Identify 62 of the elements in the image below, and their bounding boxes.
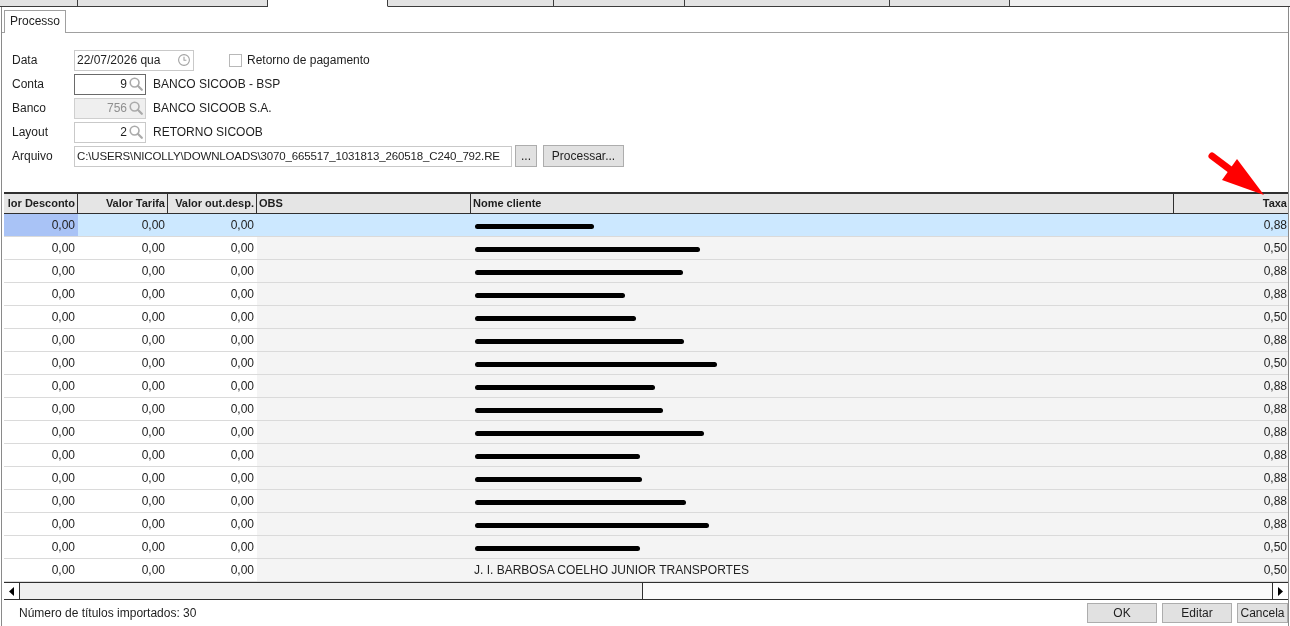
table-cell: 0,88 <box>1174 329 1288 351</box>
annotation-arrow <box>1205 150 1265 196</box>
date-field[interactable]: 22/07/2026 qua <box>74 49 194 71</box>
table-cell: 0,88 <box>1174 375 1288 397</box>
column-header[interactable]: Nome cliente <box>471 194 1174 213</box>
table-cell: 0,88 <box>1174 513 1288 535</box>
field-label: Conta <box>12 77 46 91</box>
tab[interactable] <box>685 0 890 7</box>
right-triangle-icon <box>1278 586 1283 596</box>
checkbox-label: Retorno de pagamento <box>247 53 370 67</box>
table-cell-text: 0,00 <box>229 217 255 234</box>
table-cell: J. I. BARBOSA COELHO JUNIOR TRANSPORTES <box>471 559 1174 581</box>
table-cell: 0,88 <box>1174 260 1288 282</box>
horizontal-scrollbar[interactable] <box>4 582 1288 599</box>
lookup-description: RETORNO SICOOB <box>153 125 263 139</box>
edit-button[interactable]: Editar <box>1162 603 1232 623</box>
scroll-right-button[interactable] <box>1272 583 1288 599</box>
table-cell: 0,88 <box>1174 467 1288 489</box>
field-label: Data <box>12 53 39 67</box>
tab[interactable]: Processo <box>4 10 67 33</box>
table-cell: 0,88 <box>1174 421 1288 443</box>
tab[interactable] <box>388 0 554 7</box>
column-header[interactable]: Valor out.desp. <box>168 194 257 213</box>
table-cell: 0,88 <box>1174 490 1288 512</box>
table-cell: 0,00 <box>4 214 78 236</box>
ok-button[interactable]: OK <box>1087 603 1157 623</box>
column-header[interactable]: Taxa <box>1174 194 1288 213</box>
field-label: Arquivo <box>12 149 54 163</box>
lookup-description: BANCO SICOOB S.A. <box>153 101 272 115</box>
file-path-field[interactable]: C:\USERS\NICOLLY\DOWNLOADS\3070_665517_1031813_260518_C240_792.RE <box>74 145 512 167</box>
table-cell-text: 0,00 <box>140 217 166 234</box>
checkbox[interactable] <box>229 53 242 67</box>
table-cell: 0,50 <box>1174 237 1288 259</box>
column-header[interactable]: Valor Tarifa <box>78 194 168 213</box>
scroll-left-button[interactable] <box>4 583 20 599</box>
table-cell: 0,50 <box>1174 536 1288 558</box>
tab[interactable] <box>554 0 685 7</box>
table-cell: 0,50 <box>1174 306 1288 328</box>
lookup-field[interactable]: 2 <box>74 121 146 143</box>
field-label: Banco <box>12 101 48 115</box>
field-label: Layout <box>12 125 50 139</box>
status-text: Número de títulos importados: 30 <box>19 606 198 620</box>
column-header[interactable]: lor Desconto <box>4 194 78 213</box>
tab[interactable] <box>0 0 78 7</box>
table-row[interactable]: 0,00 0,00 0,00 0,88 <box>4 214 1288 237</box>
table-row[interactable]: 0,00 0,00 0,00 J. I. BARBOSA COELHO JUNIOR TRANSPORTES 0,50 <box>4 559 1288 582</box>
process-button[interactable]: Processar... <box>543 145 624 167</box>
table-cell-text: 0,88 <box>1262 217 1288 234</box>
lookup-field[interactable]: 9 <box>74 73 146 95</box>
tab[interactable] <box>78 0 268 7</box>
table-cell: 0,50 <box>1174 559 1288 581</box>
column-header[interactable]: OBS <box>257 194 471 213</box>
left-triangle-icon <box>9 586 14 596</box>
table-cell: 0,88 <box>1174 283 1288 305</box>
table-cell: 0,50 <box>1174 352 1288 374</box>
tab[interactable] <box>890 0 1010 7</box>
table-cell: 0,88 <box>1174 444 1288 466</box>
browse-button[interactable]: ... <box>515 145 537 167</box>
scrollbar-thumb[interactable] <box>642 583 1272 599</box>
table-cell: 0,88 <box>1174 398 1288 420</box>
cancel-button[interactable]: Cancela <box>1237 603 1288 623</box>
lookup-description: BANCO SICOOB - BSP <box>153 77 281 91</box>
